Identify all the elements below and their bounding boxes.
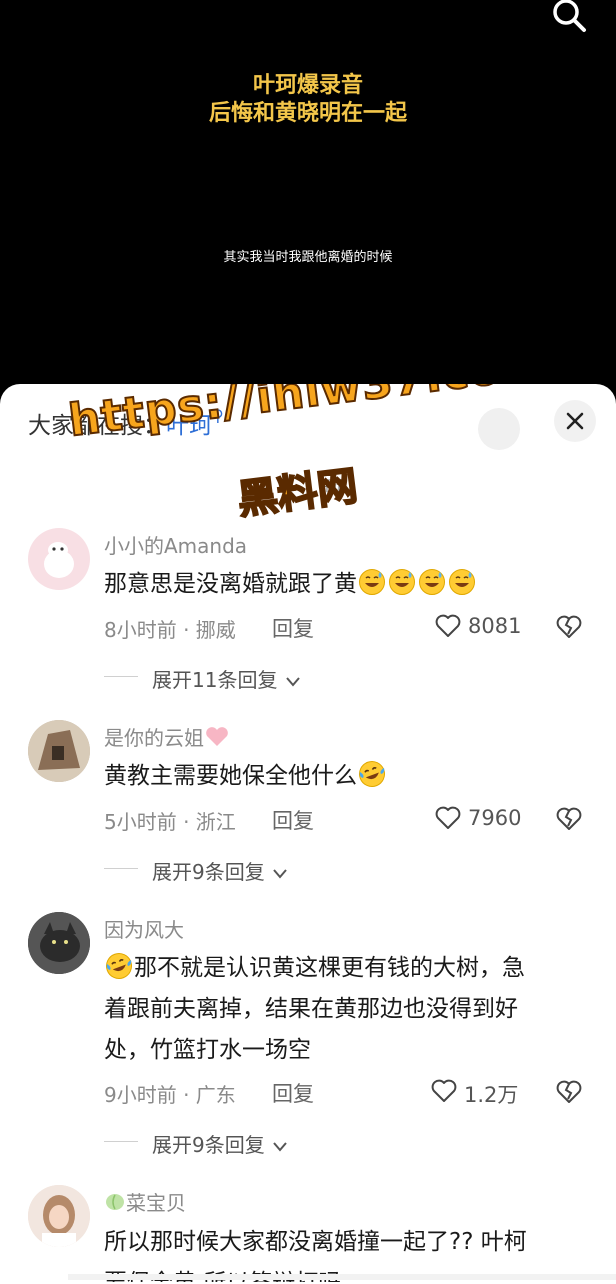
search-button[interactable]: [546, 0, 592, 34]
laugh-sweat-emoji: [359, 569, 385, 595]
like-count: 7960: [468, 806, 522, 830]
video-subtitle: 其实我当时我跟他离婚的时候: [223, 250, 393, 265]
cabbage-icon: [106, 1194, 124, 1210]
comment-text-line: 那意思是没离婚就跟了黄: [104, 571, 357, 597]
comment-username[interactable]: 是你的云姐: [104, 722, 230, 751]
dislike-button[interactable]: [554, 804, 584, 834]
comment-text-line: 黄教主需要她保全他什么: [104, 763, 357, 789]
reply-button[interactable]: 回复: [272, 613, 314, 643]
broken-heart-icon: [556, 615, 582, 638]
broken-heart-icon: [556, 1080, 582, 1103]
video-player[interactable]: 叶珂爆录音 后悔和黄晓明在一起 其实我当时我跟他离婚的时候: [0, 0, 616, 400]
comment-text-line: 所以那时候大家都没离婚撞一起了?? 叶柯: [104, 1229, 527, 1255]
chevron-down-icon: [273, 1141, 287, 1152]
chevron-down-icon: [273, 868, 287, 879]
close-button[interactable]: [554, 400, 596, 442]
watermark-url: https://ihlw37.com: [65, 384, 551, 448]
comment-time-location: 9小时前 · 广东: [104, 1083, 236, 1107]
video-title-line2: 后悔和黄晓明在一起: [208, 101, 407, 126]
hidden-action-button[interactable]: [478, 408, 520, 450]
like-count: 8081: [468, 614, 522, 638]
avatar-image: [28, 912, 90, 974]
avatar[interactable]: [28, 528, 90, 590]
comment-text: 那意思是没离婚就跟了黄: [104, 564, 477, 605]
divider: [104, 868, 138, 869]
comment-time-location: 8小时前 · 挪威: [104, 618, 236, 642]
comment-username-text: 菜宝贝: [126, 1191, 186, 1215]
watermark-site-name: 黑料网: [234, 462, 361, 524]
tears-of-joy-emoji: [106, 953, 132, 979]
expand-replies-button[interactable]: 展开9条回复: [152, 1129, 289, 1158]
tears-of-joy-emoji: [359, 761, 385, 787]
expand-replies-button[interactable]: 展开11条回复: [152, 664, 302, 693]
divider: [104, 1141, 138, 1142]
avatar-image: [44, 542, 74, 578]
heart-icon: [431, 1079, 457, 1102]
pink-heart-icon: [206, 727, 228, 746]
expand-replies-label: 展开11条回复: [152, 668, 278, 692]
comment-time-location: 5小时前 · 浙江: [104, 810, 236, 834]
bottom-input-bar[interactable]: [68, 1274, 616, 1280]
heart-icon: [435, 614, 461, 637]
video-title-line1: 叶珂爆录音: [252, 73, 363, 98]
dislike-button[interactable]: [554, 612, 584, 642]
comment-text-line: 那不就是认识黄这棵更有钱的大树，急: [134, 955, 525, 981]
comment-sheet: 大家都在搜：叶珂⚲ 评论 https://ihlw37.com 黑料网 小小的A…: [0, 384, 616, 1284]
laugh-sweat-emoji: [389, 569, 415, 595]
avatar[interactable]: [28, 720, 90, 782]
close-icon: [566, 412, 584, 430]
laugh-sweat-emoji: [449, 569, 475, 595]
expand-replies-label: 展开9条回复: [152, 1133, 265, 1157]
divider: [104, 676, 138, 677]
expand-replies-label: 展开9条回复: [152, 860, 265, 884]
comment-text: 黄教主需要她保全他什么: [104, 756, 387, 797]
comment-username[interactable]: 菜宝贝: [104, 1187, 186, 1216]
comment-username-text: 是你的云姐: [104, 726, 204, 750]
like-count: 1.2万: [464, 1083, 519, 1107]
laugh-sweat-emoji: [419, 569, 445, 595]
heart-icon: [435, 806, 461, 829]
search-icon: [553, 0, 586, 32]
avatar-image: [28, 1185, 90, 1247]
comment-username[interactable]: 因为风大: [104, 914, 184, 943]
reply-button[interactable]: 回复: [272, 1078, 314, 1108]
expand-replies-button[interactable]: 展开9条回复: [152, 856, 289, 885]
broken-heart-icon: [556, 807, 582, 830]
chevron-down-icon: [286, 676, 300, 687]
avatar[interactable]: [28, 912, 90, 974]
avatar[interactable]: [28, 1185, 90, 1247]
comment-text: 那不就是认识黄这棵更有钱的大树，急: [104, 948, 525, 989]
avatar-image: [28, 720, 90, 782]
comment-text-line: 处，竹篮打水一场空: [104, 1037, 311, 1063]
dislike-button[interactable]: [554, 1077, 584, 1107]
comment-username[interactable]: 小小的Amanda: [104, 530, 247, 559]
comment-text-line: 着跟前夫离掉，结果在黄那边也没得到好: [104, 996, 518, 1022]
reply-button[interactable]: 回复: [272, 805, 314, 835]
